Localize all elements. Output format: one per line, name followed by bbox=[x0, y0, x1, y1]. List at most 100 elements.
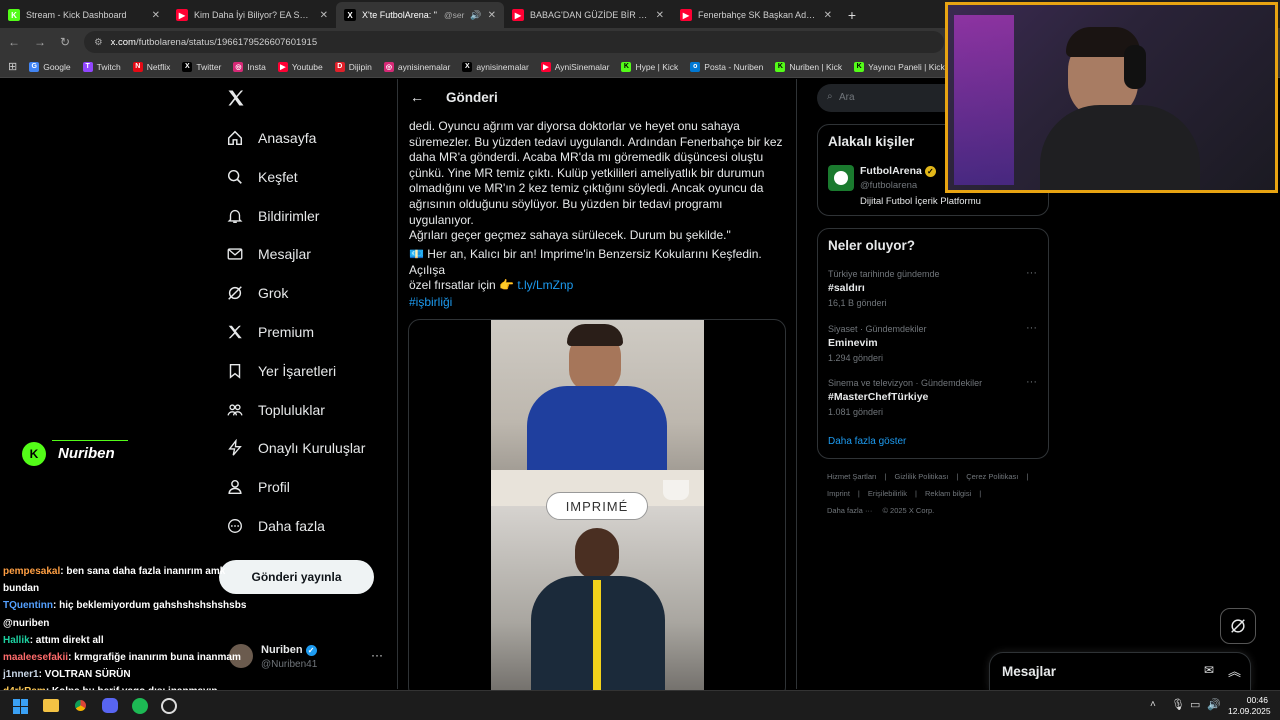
bookmark-item[interactable]: G Google bbox=[29, 61, 71, 72]
bookmark-item[interactable]: D Dijipin bbox=[334, 61, 372, 72]
chat-username[interactable]: maaleesefakii bbox=[3, 652, 68, 663]
footer-row: Imprint | Erişilebilirlik | Reklam bilgisi | bbox=[827, 489, 1049, 498]
browser-tab[interactable]: ▶ Kim Daha İyi Biliyor? EA SPORTS ✕ bbox=[168, 2, 336, 28]
account-more-icon[interactable]: ··· bbox=[371, 648, 383, 662]
bookmark-item[interactable]: o Posta - Nuriben bbox=[690, 61, 763, 72]
tab-close-icon[interactable]: ✕ bbox=[656, 10, 664, 21]
expand-icon[interactable]: ︽ bbox=[1228, 661, 1241, 680]
discord-icon[interactable] bbox=[102, 698, 118, 713]
bookmark-item[interactable]: N Netflix bbox=[132, 61, 170, 72]
apps-grid-icon[interactable]: ⊞ bbox=[8, 60, 17, 73]
nav-item-premium[interactable]: Premium bbox=[226, 313, 314, 351]
ad-link[interactable]: t.ly/LmZnp bbox=[517, 278, 573, 292]
reload-icon[interactable]: ↻ bbox=[60, 35, 70, 49]
footer-link[interactable]: Erişilebilirlik bbox=[868, 489, 907, 498]
post-button[interactable]: Gönderi yayınla bbox=[219, 560, 374, 594]
nav-item-profil[interactable]: Profil bbox=[226, 468, 290, 506]
new-message-icon[interactable]: ✉ bbox=[1204, 663, 1214, 677]
footer-link[interactable]: Hizmet Şartları bbox=[827, 472, 877, 481]
browser-tab[interactable]: X X'te FutbolArena: " @ser 🔊 ✕ bbox=[336, 2, 504, 28]
clock-date[interactable]: 12.09.2025 bbox=[1228, 706, 1271, 716]
bookmark-item[interactable]: Xaynisinemalar bbox=[462, 61, 529, 72]
address-bar[interactable]: ⚙ x.com/futbolarena/status/1966179526607… bbox=[84, 31, 945, 53]
x-logo-icon[interactable] bbox=[226, 88, 248, 110]
account-switcher[interactable]: Nuriben ✓ @Nuriben41 ··· bbox=[229, 642, 389, 674]
chat-username[interactable]: j1nner1 bbox=[3, 669, 39, 680]
nav-item-yer-i-şaretleri[interactable]: Yer İşaretleri bbox=[226, 352, 336, 390]
bookmark-label: Yayıncı Paneli | Kick bbox=[868, 61, 945, 72]
footer-link[interactable]: Imprint bbox=[827, 489, 850, 498]
post-text-line: olmadığını ve MR'ın 2 kez temiz çıktığın… bbox=[409, 181, 764, 196]
back-icon[interactable]: ← bbox=[8, 35, 20, 49]
bookmark-item[interactable]: K Hype | Kick bbox=[621, 61, 678, 72]
tab-close-icon[interactable]: ✕ bbox=[824, 10, 832, 21]
nav-item-onaylı-kuruluşlar[interactable]: Onaylı Kuruluşlar bbox=[226, 429, 365, 467]
browser-tab[interactable]: K Stream - Kick Dashboard ✕ bbox=[0, 2, 168, 28]
bookmark-item[interactable]: K Nuriben | Kick bbox=[775, 61, 842, 72]
trend-more-icon[interactable]: ··· bbox=[1026, 376, 1037, 388]
browser-tab[interactable]: ▶ Fenerbahçe SK Başkan Adayı Sa ✕ bbox=[672, 2, 840, 28]
chat-username[interactable]: Hallik bbox=[3, 635, 30, 646]
site-info-icon[interactable]: ⚙ bbox=[94, 37, 103, 48]
tray-chevron-icon[interactable]: ˄ bbox=[1150, 699, 1156, 710]
page-title: Gönderi bbox=[446, 90, 498, 105]
nav-item-mesajlar[interactable]: Mesajlar bbox=[226, 235, 311, 273]
tab-close-icon[interactable]: ✕ bbox=[488, 10, 496, 21]
trend-item[interactable]: Siyaset · Gündemdekiler Eminevim 1.294 gön… bbox=[828, 322, 1040, 363]
microphone-icon[interactable]: 🎙 bbox=[1171, 698, 1185, 711]
nav-item-topluluklar[interactable]: Topluluklar bbox=[226, 391, 325, 429]
display-icon[interactable]: ▭ bbox=[1190, 698, 1200, 711]
bookmark-item[interactable]: ▶ Youtube bbox=[277, 61, 323, 72]
tab-close-icon[interactable]: ✕ bbox=[320, 10, 328, 21]
post-media[interactable]: IMPRIMÉ bbox=[408, 319, 786, 699]
obs-icon[interactable] bbox=[161, 698, 177, 714]
nav-item-daha-fazla[interactable]: Daha fazla bbox=[226, 507, 325, 545]
nav-item-bildirimler[interactable]: Bildirimler bbox=[226, 197, 319, 235]
chat-username[interactable]: TQuentinn bbox=[3, 600, 53, 611]
post-text-line: ağrısının olduğunu söylüyor. Bu yüzden b… bbox=[409, 196, 723, 227]
verified-icon: ✓ bbox=[305, 644, 317, 656]
footer-more-link[interactable]: Daha fazla ··· bbox=[827, 506, 872, 515]
bookmark-item[interactable]: K Yayıncı Paneli | Kick bbox=[854, 61, 945, 72]
bookmark-item[interactable]: X Twitter bbox=[182, 61, 221, 72]
nav-item-grok[interactable]: Grok bbox=[226, 274, 288, 312]
tab-close-icon[interactable]: ✕ bbox=[152, 10, 160, 21]
tab-favicon-icon: K bbox=[8, 9, 20, 21]
clock-time[interactable]: 00:46 bbox=[1246, 695, 1268, 705]
bookmark-item[interactable]: ◎ aynisinemalar bbox=[383, 61, 450, 72]
windows-start-icon[interactable] bbox=[13, 699, 28, 714]
new-tab-icon[interactable]: + bbox=[840, 2, 864, 28]
futbolarena-avatar[interactable] bbox=[828, 165, 854, 191]
trend-item[interactable]: Sinema ve televizyon · Gündemdekiler #Mas… bbox=[828, 376, 1040, 417]
back-arrow-icon[interactable]: ← bbox=[410, 89, 424, 105]
file-explorer-icon[interactable] bbox=[43, 699, 59, 712]
tab-audio-icon[interactable]: 🔊 bbox=[470, 10, 481, 21]
bookmark-item[interactable]: ▶ AyniSinemalar bbox=[540, 61, 609, 72]
chat-text: : krmgrafiğe inanırım buna inanmam bbox=[68, 652, 241, 663]
related-name[interactable]: FutbolArena bbox=[860, 165, 922, 177]
nav-item-keşfet[interactable]: Keşfet bbox=[226, 158, 298, 196]
chrome-icon[interactable] bbox=[72, 697, 89, 714]
footer-link[interactable]: Gizlilik Politikası bbox=[895, 472, 949, 481]
tab-title: X'te FutbolArena: " bbox=[362, 10, 437, 20]
bookmark-favicon-icon: X bbox=[462, 61, 473, 72]
trend-item[interactable]: Türkiye tarihinde gündemde #saldırı 16,1 B… bbox=[828, 267, 1040, 308]
hashtag-link[interactable]: #işbirliği bbox=[409, 295, 452, 311]
footer-link[interactable]: Reklam bilgisi bbox=[925, 489, 971, 498]
messages-dock[interactable]: Mesajlar ✉ ︽ bbox=[989, 652, 1251, 690]
trend-more-icon[interactable]: ··· bbox=[1026, 267, 1037, 279]
chat-username[interactable]: pempesakal bbox=[3, 566, 60, 577]
grok-float-button[interactable] bbox=[1220, 608, 1256, 644]
bookmark-item[interactable]: ◎ Insta bbox=[233, 61, 266, 72]
bookmark-item[interactable]: T Twitch bbox=[82, 61, 121, 72]
volume-icon[interactable]: 🔊 bbox=[1207, 698, 1221, 711]
footer-link[interactable]: Çerez Politikası bbox=[966, 472, 1018, 481]
browser-tab[interactable]: ▶ BABAG'DAN GÜZİDE BİR PARÇA ✕ bbox=[504, 2, 672, 28]
nav-item-label: Mesajlar bbox=[258, 246, 311, 263]
chat-text: : hiç beklemiyordum gahshshshshshsbs bbox=[53, 600, 247, 612]
trend-more-icon[interactable]: ··· bbox=[1026, 322, 1037, 334]
spotify-icon[interactable] bbox=[132, 698, 148, 714]
forward-icon[interactable]: → bbox=[34, 35, 46, 49]
nav-item-anasayfa[interactable]: Anasayfa bbox=[226, 119, 316, 157]
show-more-link[interactable]: Daha fazla göster bbox=[828, 436, 906, 447]
